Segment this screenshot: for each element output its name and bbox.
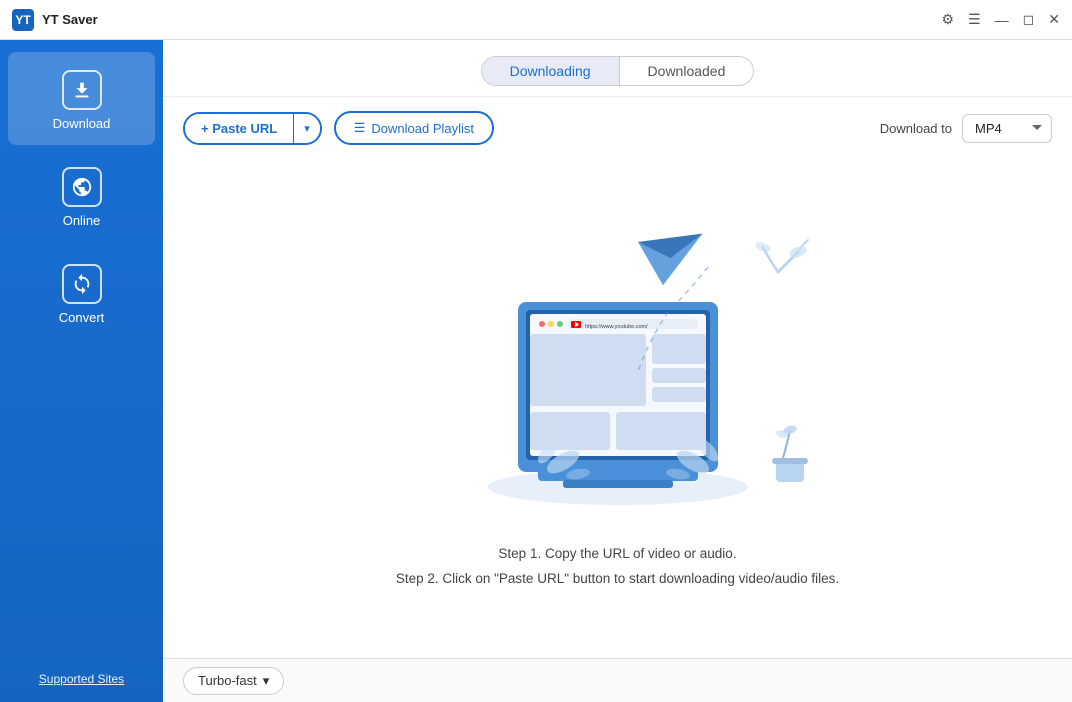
toolbar: + Paste URL ▾ ☰ Download Playlist Downlo… bbox=[163, 97, 1072, 155]
sidebar-item-convert[interactable]: Convert bbox=[8, 246, 155, 339]
playlist-icon: ☰ bbox=[354, 120, 366, 136]
format-select[interactable]: MP4 MP3 AVI MOV MKV bbox=[962, 114, 1052, 143]
steps-text: Step 1. Copy the URL of video or audio. … bbox=[396, 542, 839, 591]
illustration-container: https://www.youtube.com/ bbox=[408, 212, 828, 532]
illustration-svg: https://www.youtube.com/ bbox=[408, 212, 828, 522]
download-label: Download bbox=[53, 116, 111, 131]
step2-text: Step 2. Click on "Paste URL" button to s… bbox=[396, 567, 839, 591]
tab-downloaded[interactable]: Downloaded bbox=[620, 57, 754, 85]
paste-url-button[interactable]: + Paste URL bbox=[185, 114, 293, 143]
download-playlist-button[interactable]: ☰ Download Playlist bbox=[334, 111, 494, 145]
main-content: Downloading Downloaded + Paste URL ▾ ☰ D… bbox=[163, 40, 1072, 702]
minimize-icon[interactable]: — bbox=[995, 12, 1009, 28]
app-logo: YT bbox=[12, 9, 34, 31]
app-title: YT Saver bbox=[42, 12, 942, 27]
download-icon-container bbox=[62, 70, 102, 110]
turbo-fast-button[interactable]: Turbo-fast ▾ bbox=[183, 667, 284, 695]
playlist-label: Download Playlist bbox=[371, 121, 474, 136]
online-svg-icon bbox=[71, 176, 93, 198]
download-to-label: Download to bbox=[880, 121, 952, 136]
tab-downloading[interactable]: Downloading bbox=[482, 57, 620, 85]
settings-icon[interactable]: ⚙ bbox=[942, 11, 955, 28]
sidebar: Download Online Convert Supported Sites bbox=[0, 40, 163, 702]
menu-icon[interactable]: ☰ bbox=[968, 11, 981, 28]
sidebar-item-download[interactable]: Download bbox=[8, 52, 155, 145]
convert-label: Convert bbox=[59, 310, 105, 325]
supported-sites-link[interactable]: Supported Sites bbox=[39, 672, 124, 686]
titlebar: YT YT Saver ⚙ ☰ — ◻ ✕ bbox=[0, 0, 1072, 40]
paste-url-group: + Paste URL ▾ bbox=[183, 112, 322, 145]
download-svg-icon bbox=[71, 79, 93, 101]
convert-svg-icon bbox=[71, 273, 93, 295]
tab-bar: Downloading Downloaded bbox=[163, 40, 1072, 97]
turbo-label: Turbo-fast bbox=[198, 673, 257, 688]
step1-text: Step 1. Copy the URL of video or audio. bbox=[396, 542, 839, 566]
turbo-chevron-icon: ▾ bbox=[263, 673, 270, 689]
logo-text: YT bbox=[15, 13, 30, 27]
bottom-bar: Turbo-fast ▾ bbox=[163, 658, 1072, 702]
convert-icon-container bbox=[62, 264, 102, 304]
illustration-area: https://www.youtube.com/ bbox=[163, 155, 1072, 658]
paste-url-dropdown-button[interactable]: ▾ bbox=[294, 114, 320, 143]
online-icon-container bbox=[62, 167, 102, 207]
restore-icon[interactable]: ◻ bbox=[1023, 11, 1035, 28]
app-body: Download Online Convert Supported Sites bbox=[0, 40, 1072, 702]
download-to-section: Download to MP4 MP3 AVI MOV MKV bbox=[880, 114, 1052, 143]
svg-text:https://www.youtube.com/: https://www.youtube.com/ bbox=[585, 324, 648, 330]
tab-group: Downloading Downloaded bbox=[481, 56, 755, 86]
window-controls: ⚙ ☰ — ◻ ✕ bbox=[942, 11, 1060, 28]
close-icon[interactable]: ✕ bbox=[1048, 11, 1060, 28]
online-label: Online bbox=[63, 213, 101, 228]
sidebar-item-online[interactable]: Online bbox=[8, 149, 155, 242]
